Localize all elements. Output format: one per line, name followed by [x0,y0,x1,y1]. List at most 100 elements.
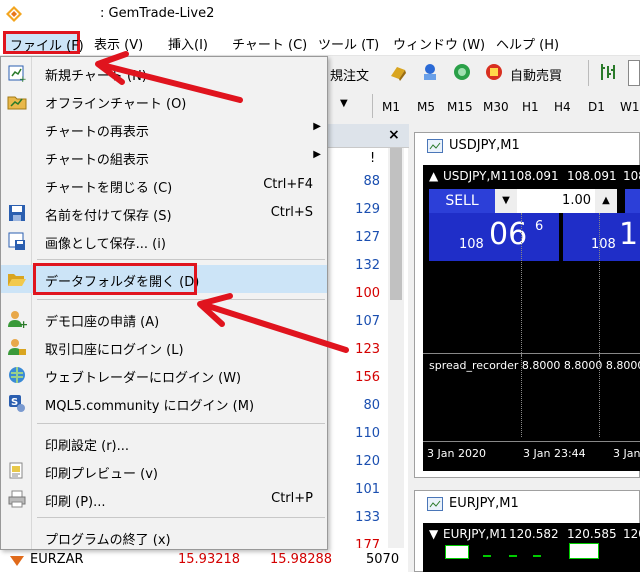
market-icon[interactable] [452,62,472,82]
time-label: 3 Jan 2020 [427,447,486,460]
auto-trading-icon[interactable] [484,62,504,82]
menu-chart[interactable]: チャート (C) [232,34,307,53]
candle [483,555,491,557]
dropdown-arrow-icon[interactable]: ▼ [340,98,348,109]
menu-item-label: 名前を付けて保存 (S) [45,209,172,224]
tf-w1[interactable]: W1 [620,100,640,114]
symbol-name: EURZAR [30,552,84,567]
tf-m5[interactable]: M5 [417,100,435,114]
printer-icon [8,490,26,508]
menu-item-profiles[interactable]: チャートの組表示 ▶ [1,143,327,171]
menu-tools[interactable]: ツール (T) [318,34,379,53]
chart-title: USDJPY,M1 [449,138,520,153]
menu-help[interactable]: ヘルプ (H) [496,34,559,53]
menu-item-login-mql5[interactable]: S MQL5.community にログイン (M) [1,389,327,417]
lot-increase-button[interactable]: ▲ [595,189,617,213]
menu-item-shortcut: Ctrl+F4 [263,177,313,192]
ask-panel[interactable]: 108 15 [563,213,640,261]
menu-separator [37,423,325,424]
menu-item-print-setup[interactable]: 印刷設定 (r)... [1,429,327,457]
market-watch-close-icon[interactable]: × [388,127,400,143]
new-chart-icon: + [8,65,27,83]
tf-m1[interactable]: M1 [382,100,400,114]
title-bar: : GemTrade-Live2 [0,0,640,30]
spread-column: 88 129 127 132 100 107 123 156 80 110 120 101 133 177… [332,148,382,572]
lot-input[interactable]: 1.00 [517,189,595,213]
chart-symbol: USDJPY,M1 [443,169,509,183]
svg-text:S: S [11,397,18,408]
chart-window-usdjpy[interactable]: USDJPY,M1 ▲ USDJPY,M1 108.091 108.091 10… [414,132,640,478]
table-row[interactable]: EURZAR 15.93218 15.98288 5070 [0,548,408,572]
tf-h4[interactable]: H4 [554,100,571,114]
menu-insert[interactable]: 挿入(I) [168,34,208,53]
menu-item-close-chart[interactable]: チャートを閉じる (C) Ctrl+F4 [1,171,327,199]
symbol-arrow-icon [10,556,24,566]
chart-canvas[interactable]: ▲ USDJPY,M1 108.091 108.091 108.0 SELL ▼… [423,165,640,471]
menu-bar: ファイル (F) 表示 (V) 挿入(I) チャート (C) ツール (T) ウ… [0,30,640,56]
menu-item-print[interactable]: 印刷 (P)... Ctrl+P [1,485,327,513]
menu-item-login-webtrader[interactable]: ウェブトレーダーにログイン (W) [1,361,327,389]
menu-window[interactable]: ウィンドウ (W) [393,34,485,53]
menu-item-new-chart[interactable]: + 新規チャート (N) [1,59,327,87]
svg-text:+: + [19,75,27,83]
menu-item-reopen-chart[interactable]: チャートの再表示 ▶ [1,115,327,143]
menu-item-open-demo-account[interactable]: + デモ口座の申請 (A) [1,305,327,333]
menu-item-label: プログラムの終了 (x) [45,533,171,548]
menu-item-shortcut: Ctrl+P [271,491,313,506]
save-picture-icon [8,232,25,250]
menu-item-login-trade-account[interactable]: 取引口座にログイン (L) [1,333,327,361]
menu-item-print-preview[interactable]: 印刷プレビュー (v) [1,457,327,485]
tf-d1[interactable]: D1 [588,100,605,114]
menu-item-shortcut: Ctrl+S [270,205,313,220]
buy-button[interactable] [625,189,640,213]
chart-title: EURJPY,M1 [449,496,519,511]
auto-trading-button[interactable]: 自動売買 [510,65,562,84]
menu-item-offline-chart[interactable]: オフラインチャート (O) [1,87,327,115]
chart-window-eurjpy[interactable]: EURJPY,M1 ▼ EURJPY,M1 120.582 120.585 12… [414,490,640,572]
candle [509,555,517,557]
chart-arrow-icon: ▲ [429,169,439,183]
signals-icon[interactable] [420,62,440,82]
tf-h1[interactable]: H1 [522,100,539,114]
candle [533,555,541,557]
candlestick-button[interactable] [628,60,640,86]
time-label: 3 Jan [613,447,640,460]
chart-canvas[interactable]: ▼ EURJPY,M1 120.582 120.585 120. [423,523,640,572]
menu-view[interactable]: 表示 (V) [94,34,143,53]
menu-item-save-as[interactable]: 名前を付けて保存 (S) Ctrl+S [1,199,327,227]
menu-item-label: MQL5.community にログイン (M) [45,399,255,414]
menu-item-label: デモ口座の申請 (A) [45,315,160,330]
timeframes-toolbar: ▼ M1 M5 M15 M30 H1 H4 D1 W1 [326,92,640,122]
toolbar-separator [588,60,589,86]
chart-price: 120. [623,527,640,541]
menu-item-label: 取引口座にログイン (L) [45,343,184,358]
menu-item-exit[interactable]: プログラムの終了 (x) [1,523,327,551]
bid-panel[interactable]: 108 06 6 [429,213,559,261]
menu-item-label: 印刷プレビュー (v) [45,467,158,482]
chart-arrow-icon: ▼ [429,527,439,541]
tf-m30[interactable]: M30 [483,100,509,114]
menu-item-label: オフラインチャート (O) [45,97,187,112]
new-order-button[interactable]: 規注文 [330,65,369,84]
menu-item-label: 新規チャート (N) [45,69,147,84]
spread-cell: 156 [355,370,380,385]
lot-decrease-button[interactable]: ▼ [495,189,517,213]
bar-chart-icon[interactable] [598,62,618,82]
grid-line [521,355,522,437]
tf-m15[interactable]: M15 [447,100,473,114]
grid-line [599,355,600,437]
sell-button[interactable]: SELL [429,189,495,213]
gold-bar-icon[interactable] [388,63,408,83]
standard-toolbar: 規注文 自動売買 [326,56,640,90]
candle [569,543,599,559]
menu-item-label: 印刷 (P)... [45,495,106,510]
file-menu-dropdown: + 新規チャート (N) オフラインチャート (O) チャートの再表示 ▶ チャ… [0,56,328,550]
chart-price: 120.585 [567,527,617,541]
bid-price: 15.93218 [178,552,241,567]
menu-file[interactable]: ファイル (F) [3,31,84,54]
svg-text:+: + [19,318,27,329]
menu-item-save-as-picture[interactable]: 画像として保存... (i) [1,227,327,255]
market-watch-scroll-thumb[interactable] [390,148,402,300]
menu-item-label: チャートの再表示 [45,125,149,140]
menu-separator [37,517,325,518]
